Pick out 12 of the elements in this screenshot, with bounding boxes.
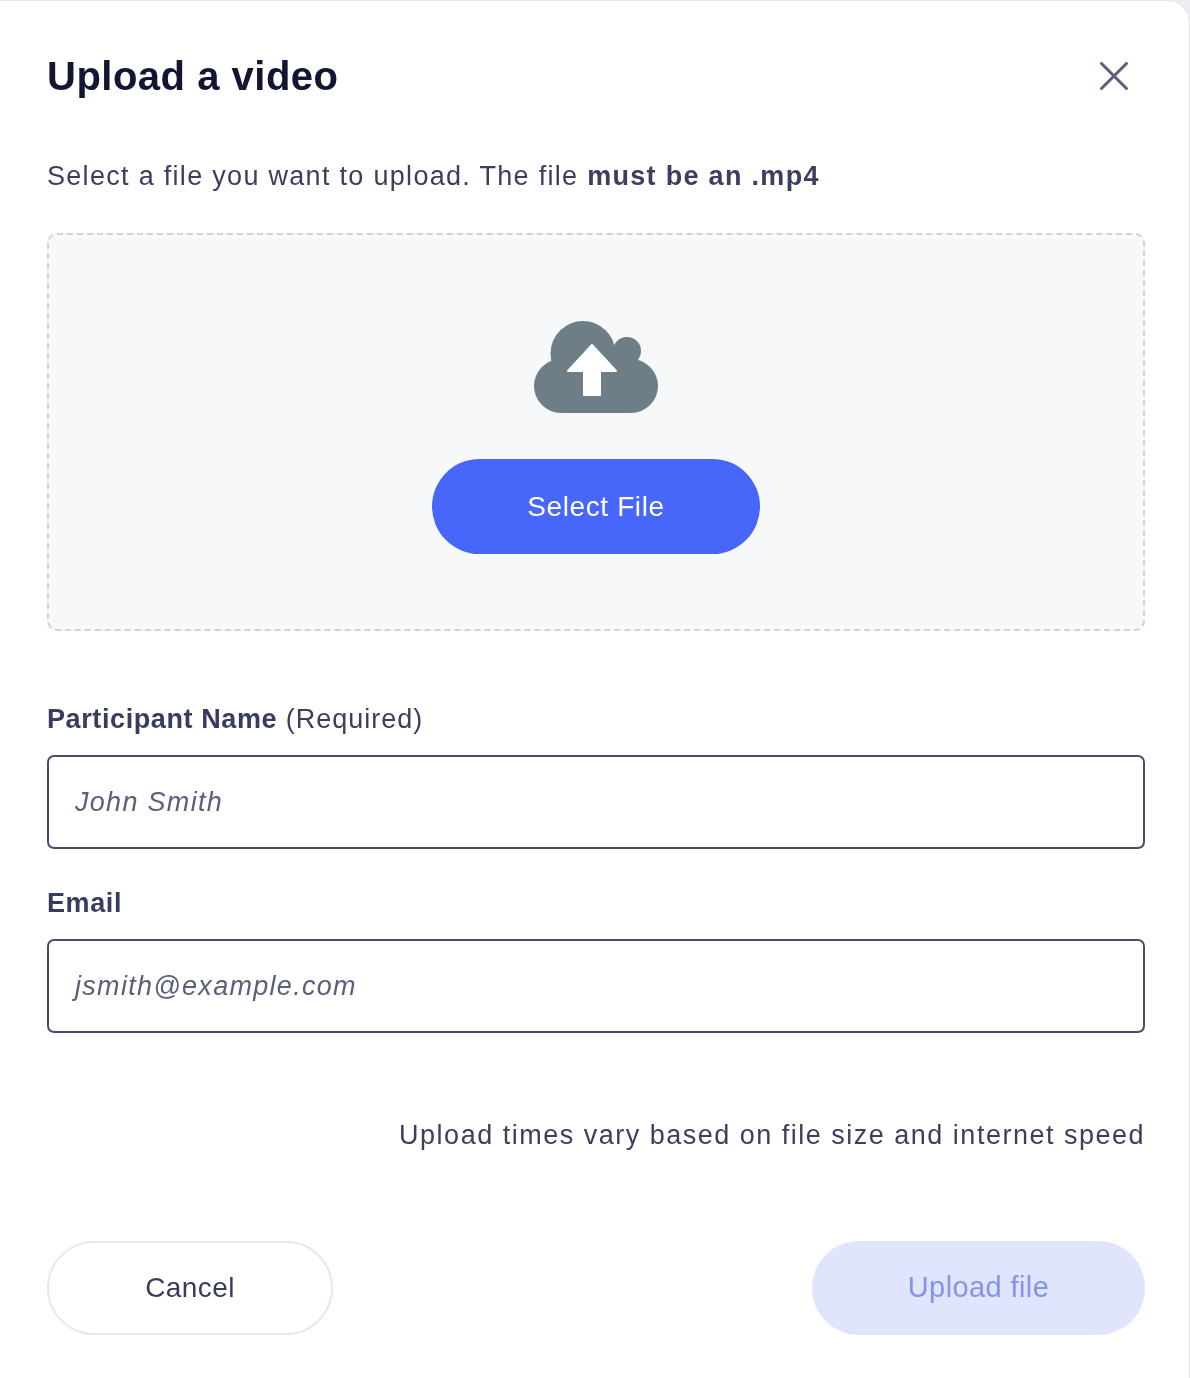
field-label: Email <box>47 887 124 920</box>
input-field[interactable]: John Smith <box>47 755 1145 849</box>
upload-note: Upload times vary based on file size and internet speed <box>398 1119 1145 1152</box>
select-file-button[interactable]: Select File <box>432 459 760 554</box>
close-icon <box>1100 62 1128 90</box>
cancel-button[interactable]: Cancel <box>47 1241 333 1335</box>
drop-zone[interactable]: Select File <box>47 233 1145 631</box>
dialog-title: Upload a video <box>47 53 339 99</box>
upload-cloud-icon <box>534 321 658 413</box>
input-field[interactable]: jsmith@example.com <box>47 939 1145 1033</box>
instruction-text: Select a file you want to upload. The file must be an .mp4 <box>47 160 821 193</box>
field-label: Participant Name (Required) <box>47 703 425 736</box>
